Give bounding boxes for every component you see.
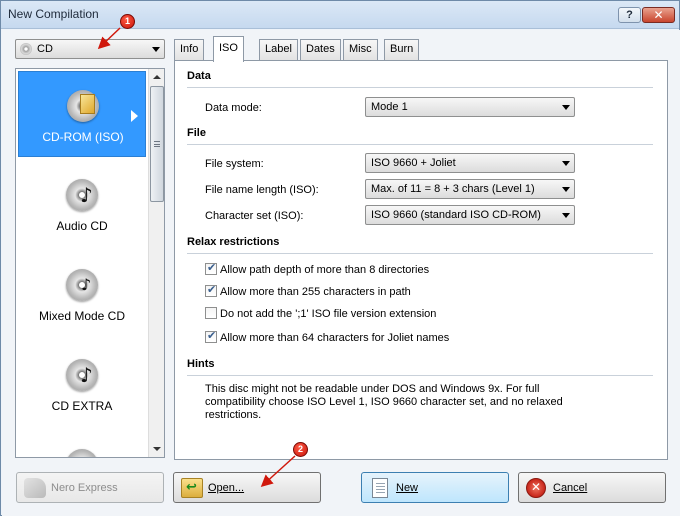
new-compilation-window: New Compilation ? ✕ CD CD-ROM (ISO) ♪ Au…: [0, 0, 680, 516]
callout-badge-1: 1: [120, 14, 135, 29]
callout-2-arrow: [260, 455, 296, 488]
callout-badge-2: 2: [293, 442, 308, 457]
callout-1-arrow: [97, 27, 121, 50]
callout-arrows: [97, 27, 296, 488]
